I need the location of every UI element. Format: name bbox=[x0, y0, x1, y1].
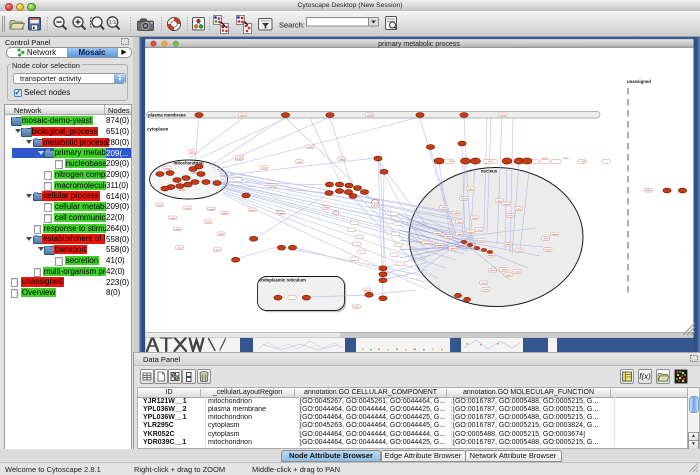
svg-text:cytoplasm: cytoplasm bbox=[147, 126, 168, 131]
svg-text:unassigned: unassigned bbox=[627, 79, 651, 84]
svg-text:Search:: Search: bbox=[279, 21, 305, 30]
svg-text:endoplasmic reticulum: endoplasmic reticulum bbox=[259, 277, 306, 282]
svg-text:1:1: 1:1 bbox=[109, 20, 117, 26]
svg-text:plasma membrane: plasma membrane bbox=[148, 112, 186, 117]
svg-text:primary metabolic process: primary metabolic process bbox=[378, 41, 460, 48]
